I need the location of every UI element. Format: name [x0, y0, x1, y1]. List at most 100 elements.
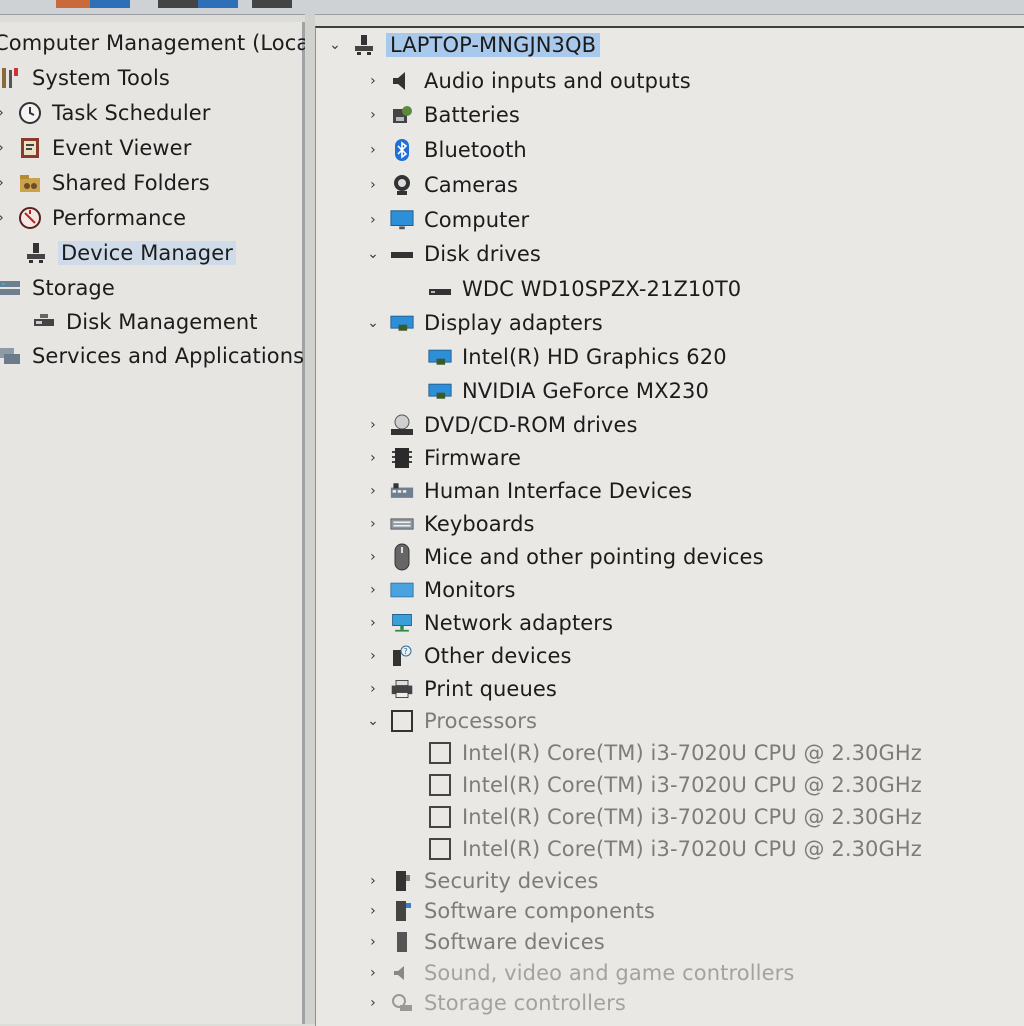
chevron-right-icon[interactable]: ›: [364, 902, 382, 920]
device-category-disk-drives[interactable]: ⌄ Disk drives: [364, 239, 541, 269]
chevron-right-icon[interactable]: ›: [364, 964, 382, 982]
chevron-right-icon[interactable]: ›: [364, 933, 382, 951]
tree-item-device-manager[interactable]: Device Manager: [24, 238, 236, 268]
computer-root-icon: [352, 33, 376, 57]
device-item-cpu-0[interactable]: Intel(R) Core(TM) i3-7020U CPU @ 2.30GHz: [428, 738, 922, 768]
chevron-down-icon[interactable]: ⌄: [326, 36, 344, 54]
device-category-computer[interactable]: › Computer: [364, 205, 529, 235]
device-category-label: Monitors: [424, 578, 516, 602]
device-category-cameras[interactable]: › Cameras: [364, 170, 518, 200]
toolbar-button[interactable]: [252, 0, 292, 8]
chevron-right-icon[interactable]: ›: [364, 994, 382, 1012]
storage-icon: [0, 276, 22, 300]
chevron-right-icon[interactable]: ›: [364, 548, 382, 566]
chevron-down-icon[interactable]: ⌄: [364, 314, 382, 332]
chevron-right-icon[interactable]: ›: [0, 104, 10, 122]
storage-controller-icon: [390, 991, 414, 1015]
device-category-processors[interactable]: ⌄ Processors: [364, 706, 537, 736]
tree-item-task-scheduler[interactable]: › Task Scheduler: [0, 98, 211, 128]
chevron-right-icon[interactable]: ›: [364, 416, 382, 434]
toolbar-button[interactable]: [158, 0, 198, 8]
display-adapter-icon: [428, 345, 452, 369]
sound-controller-icon: [390, 961, 414, 985]
chevron-right-icon[interactable]: ›: [364, 211, 382, 229]
tree-item-shared-folders[interactable]: › Shared Folders: [0, 168, 210, 198]
chevron-right-icon[interactable]: ›: [364, 872, 382, 890]
device-item-cpu-1[interactable]: Intel(R) Core(TM) i3-7020U CPU @ 2.30GHz: [428, 770, 922, 800]
tree-item-system-tools[interactable]: System Tools: [0, 63, 170, 93]
device-item-nvidia-geforce[interactable]: NVIDIA GeForce MX230: [428, 376, 709, 406]
toolbar: [0, 0, 1024, 15]
device-category-network-adapters[interactable]: › Network adapters: [364, 608, 613, 638]
chevron-right-icon[interactable]: ›: [364, 176, 382, 194]
chevron-down-icon[interactable]: ⌄: [364, 712, 382, 730]
pane-splitter[interactable]: [305, 14, 315, 1024]
display-adapter-icon: [390, 311, 414, 335]
tree-item-disk-management[interactable]: Disk Management: [32, 307, 258, 337]
device-category-label: Mice and other pointing devices: [424, 545, 764, 569]
device-item-cpu-3[interactable]: Intel(R) Core(TM) i3-7020U CPU @ 2.30GHz: [428, 834, 922, 864]
device-item-label: NVIDIA GeForce MX230: [462, 379, 709, 403]
device-category-display-adapters[interactable]: ⌄ Display adapters: [364, 308, 603, 338]
chevron-right-icon[interactable]: ›: [364, 106, 382, 124]
tree-item-storage[interactable]: Storage: [0, 273, 115, 303]
other-devices-icon: ?: [390, 644, 414, 668]
tree-item-label: Shared Folders: [52, 171, 210, 195]
device-manager-icon: [24, 241, 48, 265]
chevron-down-icon[interactable]: ⌄: [364, 245, 382, 263]
device-category-label: Batteries: [424, 103, 520, 127]
chevron-right-icon[interactable]: ›: [364, 449, 382, 467]
chevron-right-icon[interactable]: ›: [0, 174, 10, 192]
device-category-print-queues[interactable]: › Print queues: [364, 674, 557, 704]
toolbar-button[interactable]: [198, 0, 238, 8]
shared-folder-icon: [18, 171, 42, 195]
speaker-icon: [390, 69, 414, 93]
dvd-drive-icon: [390, 413, 414, 437]
chevron-right-icon[interactable]: ›: [364, 72, 382, 90]
chevron-right-icon[interactable]: ›: [364, 141, 382, 159]
chevron-right-icon[interactable]: ›: [364, 614, 382, 632]
device-category-label: Keyboards: [424, 512, 535, 536]
device-category-keyboards[interactable]: › Keyboards: [364, 509, 535, 539]
chevron-right-icon[interactable]: ›: [364, 482, 382, 500]
chevron-right-icon[interactable]: ›: [0, 139, 10, 157]
tree-root-computer-management[interactable]: Computer Management (Local: [0, 28, 315, 58]
tree-item-label: System Tools: [32, 66, 170, 90]
chevron-right-icon[interactable]: ›: [364, 680, 382, 698]
tree-item-event-viewer[interactable]: › Event Viewer: [0, 133, 191, 163]
device-category-software-components[interactable]: › Software components: [364, 896, 655, 926]
tree-item-performance[interactable]: › Performance: [0, 203, 186, 233]
device-category-other-devices[interactable]: › ? Other devices: [364, 641, 572, 671]
device-tree-root[interactable]: ⌄ LAPTOP-MNGJN3QB: [326, 30, 601, 60]
device-category-storage-controllers[interactable]: › Storage controllers: [364, 988, 626, 1018]
device-category-batteries[interactable]: › Batteries: [364, 100, 520, 130]
device-category-audio[interactable]: › Audio inputs and outputs: [364, 66, 691, 96]
device-category-monitors[interactable]: › Monitors: [364, 575, 516, 605]
device-category-mice[interactable]: › Mice and other pointing devices: [364, 542, 764, 572]
device-item-wdc-disk[interactable]: WDC WD10SPZX-21Z10T0: [428, 274, 741, 304]
chevron-right-icon[interactable]: ›: [364, 515, 382, 533]
device-category-bluetooth[interactable]: › Bluetooth: [364, 135, 527, 165]
device-category-hid[interactable]: › Human Interface Devices: [364, 476, 692, 506]
system-tools-icon: [0, 66, 22, 90]
device-category-dvd-drives[interactable]: › DVD/CD-ROM drives: [364, 410, 638, 440]
device-item-label: WDC WD10SPZX-21Z10T0: [462, 277, 742, 301]
device-category-label: Storage controllers: [424, 991, 626, 1015]
device-category-security-devices[interactable]: › Security devices: [364, 866, 598, 896]
device-category-label: Software components: [424, 899, 655, 923]
device-category-firmware[interactable]: › Firmware: [364, 443, 521, 473]
chevron-right-icon[interactable]: ›: [364, 581, 382, 599]
mouse-icon: [390, 543, 414, 571]
device-item-cpu-2[interactable]: Intel(R) Core(TM) i3-7020U CPU @ 2.30GHz: [428, 802, 922, 832]
device-item-intel-hd-graphics[interactable]: Intel(R) HD Graphics 620: [428, 342, 727, 372]
device-tree-pane: ⌄ LAPTOP-MNGJN3QB › Audio inputs and out…: [315, 26, 1024, 1026]
chevron-right-icon[interactable]: ›: [0, 209, 10, 227]
device-category-software-devices[interactable]: › Software devices: [364, 927, 605, 957]
toolbar-button[interactable]: [90, 0, 130, 8]
device-category-sound-video-game[interactable]: › Sound, video and game controllers: [364, 958, 794, 988]
clock-icon: [18, 101, 42, 125]
disk-management-icon: [32, 310, 56, 334]
chevron-right-icon[interactable]: ›: [364, 647, 382, 665]
tree-item-services-and-applications[interactable]: Services and Applications: [0, 341, 304, 371]
services-icon: [0, 344, 22, 368]
